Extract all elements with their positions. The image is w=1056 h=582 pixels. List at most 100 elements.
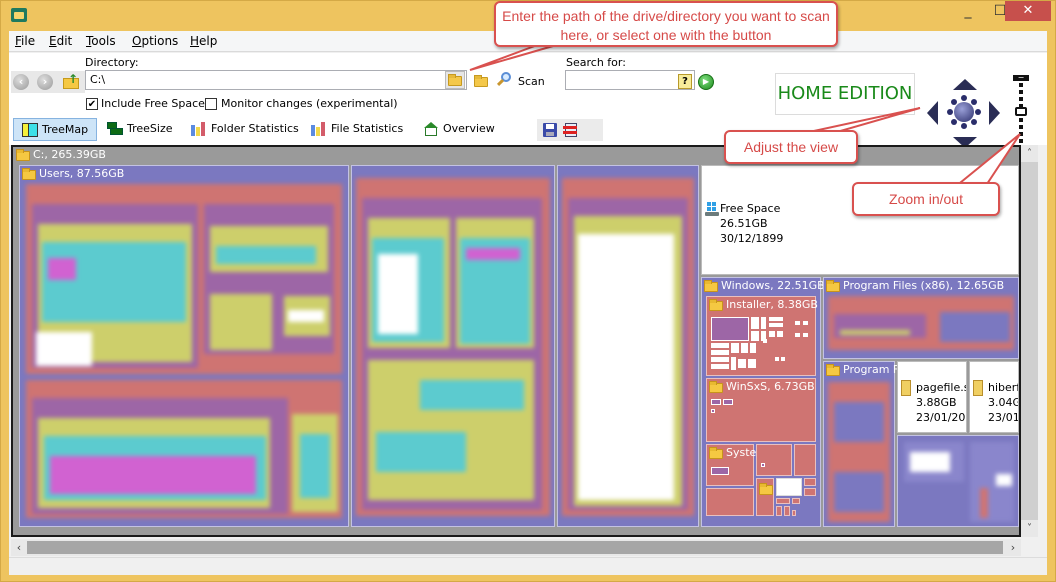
- pan-right-button[interactable]: [989, 101, 1000, 125]
- treemap-cell-hiberfil[interactable]: hiberfil 3.04GE 23/01/: [969, 361, 1019, 433]
- treemap-cell[interactable]: [776, 498, 790, 504]
- file-block: [776, 478, 802, 496]
- close-button[interactable]: ✕: [1005, 1, 1051, 21]
- treemap-cell-windows[interactable]: Windows, 22.51GB Installer, 8.38GB WinSx…: [701, 277, 825, 527]
- treemap-cell-users[interactable]: Users, 87.56GB: [19, 165, 349, 527]
- file-block: [723, 399, 733, 405]
- pan-up-button[interactable]: [953, 79, 977, 90]
- folder-icon: [826, 279, 840, 292]
- horizontal-scroll-thumb[interactable]: [27, 541, 1003, 554]
- scroll-down-button[interactable]: ˅: [1021, 520, 1038, 537]
- treemap-cell-obscured-1[interactable]: [351, 165, 555, 527]
- folder-icon: [709, 446, 723, 459]
- back-button[interactable]: ‹: [13, 74, 29, 90]
- cell-label: WinSxS, 6.73GB: [709, 380, 815, 393]
- treemap-cell-system[interactable]: Syste: [706, 444, 756, 486]
- treemap-cell[interactable]: [784, 506, 790, 516]
- browse-folder-button[interactable]: [445, 71, 465, 89]
- treemap-cell[interactable]: [804, 478, 816, 486]
- hiberfil-size: 3.04GE: [988, 396, 1018, 409]
- cell-label-text: Windows, 22.51GB: [721, 279, 825, 292]
- file-block: [775, 357, 779, 361]
- pagefile-date: 23/01/201: [916, 411, 966, 424]
- center-view-button[interactable]: [947, 95, 981, 129]
- file-block: [750, 343, 756, 353]
- file-block: [751, 317, 759, 329]
- free-space-size: 26.51GB: [720, 217, 768, 230]
- horizontal-scrollbar[interactable]: ‹ ›: [11, 539, 1021, 556]
- forward-button[interactable]: ›: [37, 74, 53, 90]
- monitor-changes-checkbox[interactable]: [205, 98, 217, 110]
- file-icon: [973, 380, 983, 396]
- treemap-cell[interactable]: [792, 510, 796, 516]
- file-block: [731, 343, 739, 353]
- treemap-cell[interactable]: [776, 506, 782, 516]
- search-go-button[interactable]: ▶: [698, 74, 714, 90]
- open-folder-button[interactable]: [474, 75, 488, 87]
- cell-label-text: WinSxS, 6.73GB: [726, 380, 815, 393]
- menu-file[interactable]: File: [15, 34, 35, 48]
- treemap-cell[interactable]: [756, 478, 774, 516]
- treemap-cell[interactable]: [706, 488, 754, 516]
- treemap-cell-installer[interactable]: Installer, 8.38GB: [706, 296, 818, 376]
- treemap-cell-obscured-3[interactable]: [897, 435, 1019, 527]
- magnifier-handle: [496, 78, 505, 87]
- treemap-cell[interactable]: [804, 488, 816, 496]
- up-folder-button[interactable]: ↑: [63, 72, 81, 89]
- treemap-cell-program-files[interactable]: Program Fi: [823, 361, 902, 527]
- tab-label: File Statistics: [331, 122, 404, 135]
- treemap-cell[interactable]: [794, 444, 816, 476]
- tab-label: Overview: [443, 122, 495, 135]
- app-icon: [11, 8, 27, 22]
- export-icon[interactable]: [563, 122, 579, 138]
- scan-button[interactable]: Scan: [518, 75, 545, 88]
- treemap-cell-obscured-2[interactable]: [557, 165, 699, 527]
- tab-file-statistics[interactable]: File Statistics: [303, 118, 409, 141]
- treemap-cell-pagefile[interactable]: pagefile.s 3.88GB 23/01/201: [897, 361, 967, 433]
- scroll-left-button[interactable]: ‹: [11, 539, 27, 556]
- menu-help[interactable]: Help: [190, 34, 217, 48]
- menu-options[interactable]: Options: [132, 34, 178, 48]
- save-icon[interactable]: [543, 123, 557, 137]
- treemap-cell-winsxs[interactable]: WinSxS, 6.73GB: [706, 378, 816, 442]
- cell-label-text: Program Files (x86), 12.65GB: [843, 279, 1005, 292]
- folder-icon: [709, 380, 723, 393]
- treemap-cell[interactable]: [792, 498, 800, 504]
- tab-label: TreeSize: [127, 122, 173, 135]
- file-block: [781, 357, 785, 361]
- tab-folder-statistics[interactable]: Folder Statistics: [183, 118, 299, 141]
- pan-left-button[interactable]: [927, 101, 938, 125]
- app-window: _ ☐ ✕ File Edit Tools Options Help ‹ › ↑…: [0, 0, 1056, 582]
- obscured-subtree: [562, 170, 694, 522]
- scan-icon[interactable]: [496, 72, 512, 88]
- treemap-cell[interactable]: [756, 444, 792, 476]
- scroll-right-button[interactable]: ›: [1005, 539, 1021, 556]
- search-help-icon[interactable]: ?: [678, 74, 692, 89]
- client-area: File Edit Tools Options Help ‹ › ↑ Direc…: [9, 31, 1047, 575]
- tab-treesize[interactable]: TreeSize: [99, 118, 179, 141]
- file-block: [741, 343, 748, 353]
- vertical-scrollbar[interactable]: ˄ ˅: [1021, 145, 1038, 537]
- treemap-cell-program-files-x86[interactable]: Program Files (x86), 12.65GB: [823, 277, 1019, 359]
- file-block: [731, 357, 736, 370]
- menu-edit[interactable]: Edit: [49, 34, 72, 48]
- monitor-changes-label: Monitor changes (experimental): [221, 97, 398, 110]
- file-block: [711, 357, 729, 362]
- file-block: [711, 317, 749, 341]
- search-input[interactable]: [565, 70, 695, 90]
- tab-treemap[interactable]: TreeMap: [13, 118, 97, 141]
- zoom-thumb[interactable]: [1015, 107, 1027, 116]
- zoom-callout: Zoom in/out: [852, 182, 1000, 216]
- zoom-out-button[interactable]: −: [1013, 74, 1029, 82]
- menu-tools[interactable]: Tools: [86, 34, 116, 48]
- scroll-up-button[interactable]: ˄: [1021, 145, 1038, 162]
- view-navigation-pad: [927, 75, 1000, 151]
- minimize-button[interactable]: _: [953, 1, 983, 21]
- free-space-date: 30/12/1899: [720, 232, 784, 245]
- folder-icon: [22, 167, 36, 180]
- pagefile-name: pagefile.s: [916, 381, 966, 394]
- zoom-slider[interactable]: − +: [1013, 74, 1029, 153]
- tab-overview[interactable]: Overview: [415, 118, 505, 141]
- include-free-space-checkbox[interactable]: ✔: [86, 98, 98, 110]
- directory-input[interactable]: C:\: [85, 70, 467, 90]
